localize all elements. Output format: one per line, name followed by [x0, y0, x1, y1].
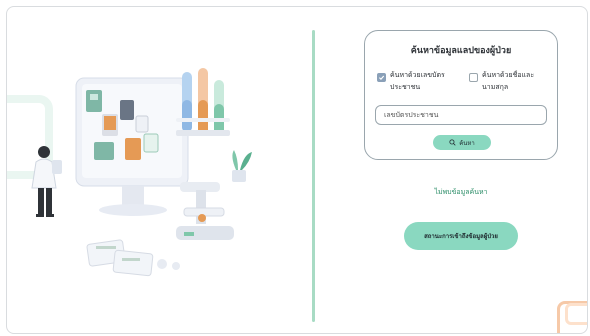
search-icon	[449, 139, 456, 146]
option-search-by-id-card[interactable]: ค้นหาด้วยเลขบัตรประชาชน	[377, 69, 460, 93]
search-button-label: ค้นหา	[459, 139, 475, 147]
lab-illustration	[31, 68, 252, 277]
vertical-divider	[312, 30, 315, 322]
search-button[interactable]: ค้นหา	[433, 135, 491, 150]
search-card-title: ค้นหาข้อมูลแลปของผู้ป่วย	[410, 46, 512, 56]
no-result-message: ไม่พบข้อมูลค้นหา	[434, 188, 488, 196]
search-card: ค้นหาข้อมูลแลปของผู้ป่วย ค้นหาด้วยเลขบัต…	[364, 30, 558, 160]
decorative-shape	[565, 303, 587, 325]
id-card-input[interactable]	[375, 105, 547, 125]
option-label: ค้นหาด้วยเลขบัตรประชาชน	[390, 71, 445, 91]
checkbox-name[interactable]	[469, 73, 478, 82]
option-search-by-name[interactable]: ค้นหาด้วยชื่อและนามสกุล	[469, 69, 552, 93]
check-icon	[379, 75, 385, 81]
access-status-button[interactable]: สถานะการเข้าถึงข้อมูลผู้ป่วย	[404, 222, 518, 250]
option-label: ค้นหาด้วยชื่อและนามสกุล	[482, 71, 535, 91]
checkbox-id-card[interactable]	[377, 73, 386, 82]
